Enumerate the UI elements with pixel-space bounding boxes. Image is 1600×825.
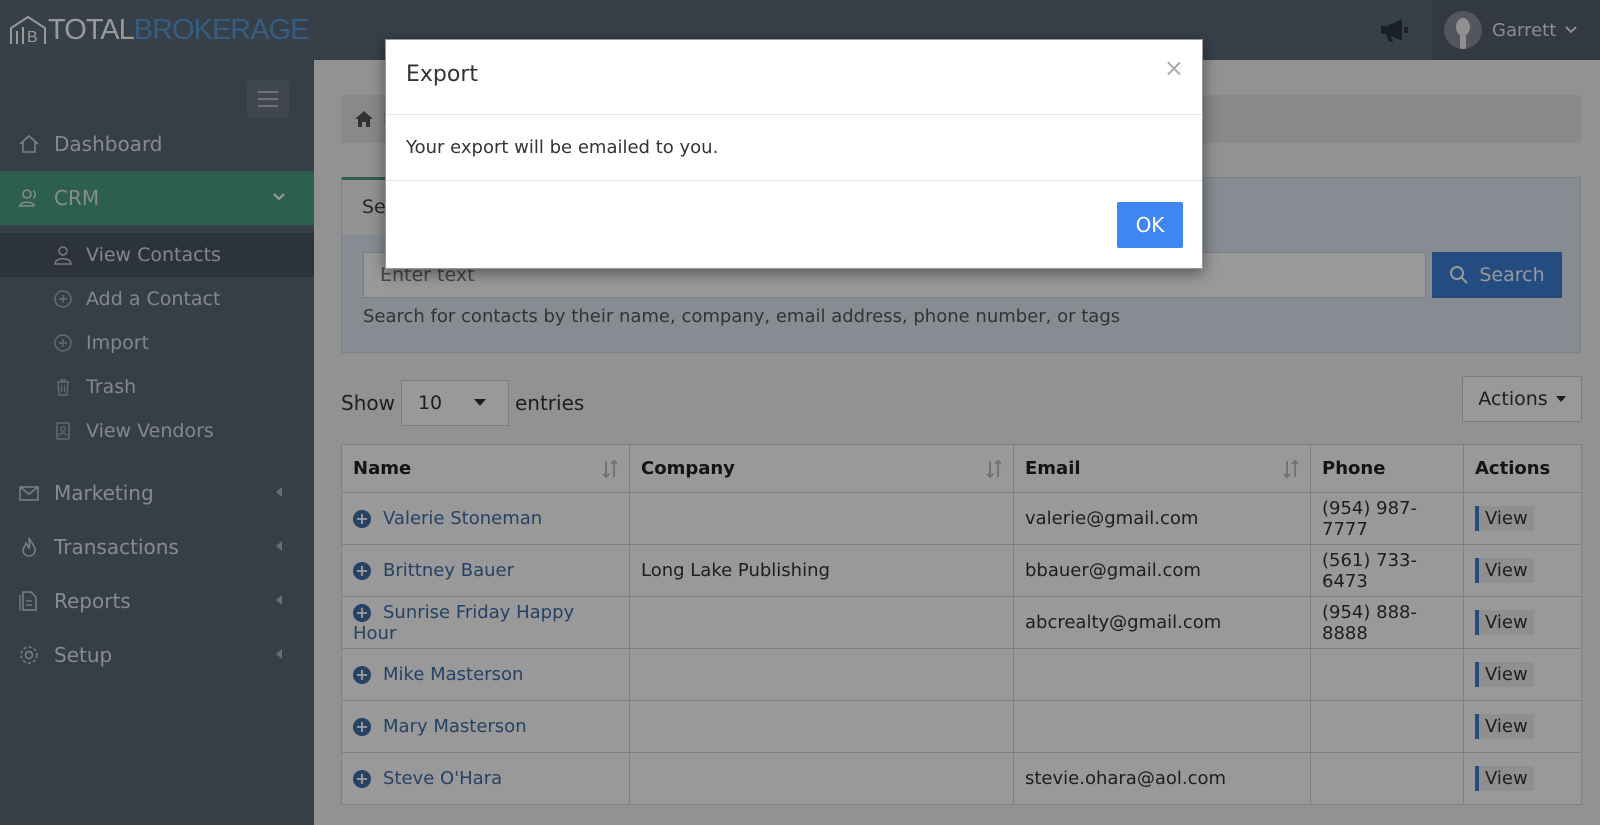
dialog-header: Export × xyxy=(386,40,1202,115)
dialog-title: Export xyxy=(406,62,479,87)
dialog-message: Your export will be emailed to you. xyxy=(386,115,1202,181)
close-icon[interactable]: × xyxy=(1164,54,1184,82)
export-dialog: Export × Your export will be emailed to … xyxy=(385,39,1203,269)
ok-button[interactable]: OK xyxy=(1117,202,1183,248)
